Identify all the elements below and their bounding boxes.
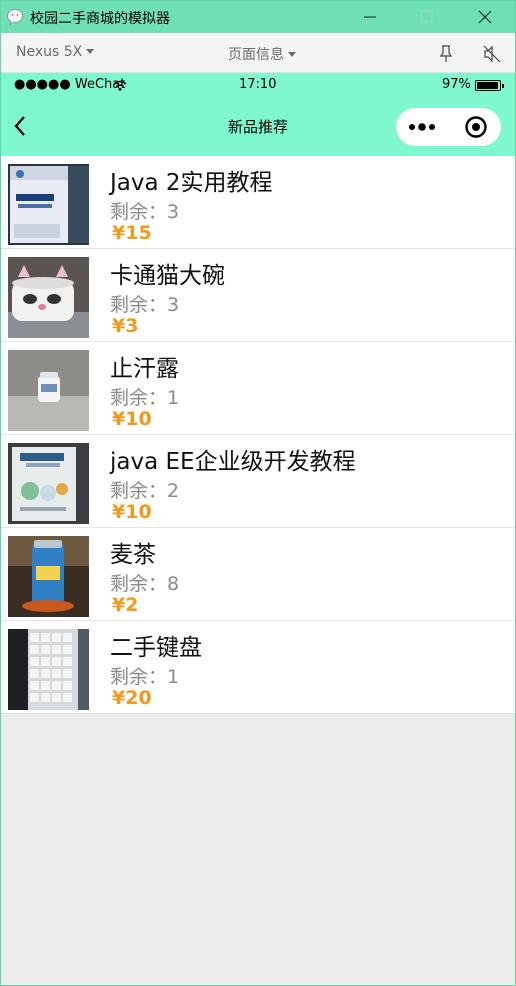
simulator-window: 校园二手商城的模拟器 Nexus 5X 页面信息 ●●●●● WeChat 17… <box>0 0 516 986</box>
product-name: 卡通猫大碗 <box>110 263 225 289</box>
window-titlebar: 校园二手商城的模拟器 <box>1 1 515 33</box>
product-item[interactable]: 止汗露 剩余：1 ¥10 <box>1 342 515 435</box>
nav-bar: 新品推荐 <box>1 97 515 156</box>
product-item[interactable]: 卡通猫大碗 剩余：3 ¥3 <box>1 249 515 342</box>
simulator-toolbar: Nexus 5X 页面信息 <box>1 33 515 73</box>
product-list: Java 2实用教程 剩余：3 ¥15 卡通猫大碗 剩余：3 ¥3 止汗露 剩余… <box>1 156 515 714</box>
battery-percentage: 97% <box>442 77 471 92</box>
product-name: Java 2实用教程 <box>110 170 273 196</box>
carrier-label: ●●●●● WeChat <box>14 77 126 92</box>
product-image-book-javaee <box>8 443 89 524</box>
maximize-button[interactable] <box>403 1 449 33</box>
product-stock: 剩余：3 <box>110 201 180 223</box>
product-image-book-java2 <box>8 164 89 245</box>
chevron-down-icon <box>288 52 296 57</box>
product-image-keyboard <box>8 629 89 710</box>
product-name: 止汗露 <box>110 356 179 382</box>
product-stock: 剩余：8 <box>110 573 180 595</box>
battery-icon <box>475 80 504 91</box>
more-menu-icon[interactable] <box>409 117 435 137</box>
close-button[interactable] <box>461 1 507 33</box>
product-item[interactable]: 麦茶 剩余：8 ¥2 <box>1 528 515 621</box>
product-stock: 剩余：2 <box>110 480 180 502</box>
product-item[interactable]: java EE企业级开发教程 剩余：2 ¥10 <box>1 435 515 528</box>
product-item[interactable]: 二手键盘 剩余：1 ¥20 <box>1 621 515 714</box>
chevron-down-icon <box>86 49 95 54</box>
product-price: ¥10 <box>112 408 152 430</box>
page-info-label: 页面信息 <box>228 47 284 63</box>
status-time: 17:10 <box>239 77 277 92</box>
device-label: Nexus 5X <box>16 44 83 60</box>
minimize-button[interactable] <box>347 1 393 33</box>
product-price: ¥15 <box>112 222 152 244</box>
mute-icon[interactable] <box>483 45 501 63</box>
product-name: 二手键盘 <box>110 635 202 661</box>
product-price: ¥3 <box>112 315 139 337</box>
product-name: java EE企业级开发教程 <box>110 449 356 475</box>
wechat-icon <box>7 9 23 26</box>
window-title: 校园二手商城的模拟器 <box>30 11 170 27</box>
close-miniprogram-icon[interactable] <box>464 115 488 139</box>
product-price: ¥20 <box>112 687 152 709</box>
page-info-select[interactable]: 页面信息 <box>228 44 296 64</box>
phone-status-bar: ●●●●● WeChat 17:10 97% <box>1 73 515 97</box>
product-price: ¥10 <box>112 501 152 523</box>
mini-program-capsule <box>396 108 501 146</box>
product-image-antiperspirant <box>8 350 89 431</box>
product-price: ¥2 <box>112 594 139 616</box>
product-image-barley-tea <box>8 536 89 617</box>
product-stock: 剩余：3 <box>110 294 180 316</box>
wifi-icon <box>113 80 127 91</box>
device-select[interactable]: Nexus 5X <box>16 44 95 60</box>
pin-icon[interactable] <box>439 45 453 63</box>
product-item[interactable]: Java 2实用教程 剩余：3 ¥15 <box>1 156 515 249</box>
product-name: 麦茶 <box>110 542 156 568</box>
product-image-cat-bowl <box>8 257 89 338</box>
product-stock: 剩余：1 <box>110 666 180 688</box>
product-stock: 剩余：1 <box>110 387 180 409</box>
